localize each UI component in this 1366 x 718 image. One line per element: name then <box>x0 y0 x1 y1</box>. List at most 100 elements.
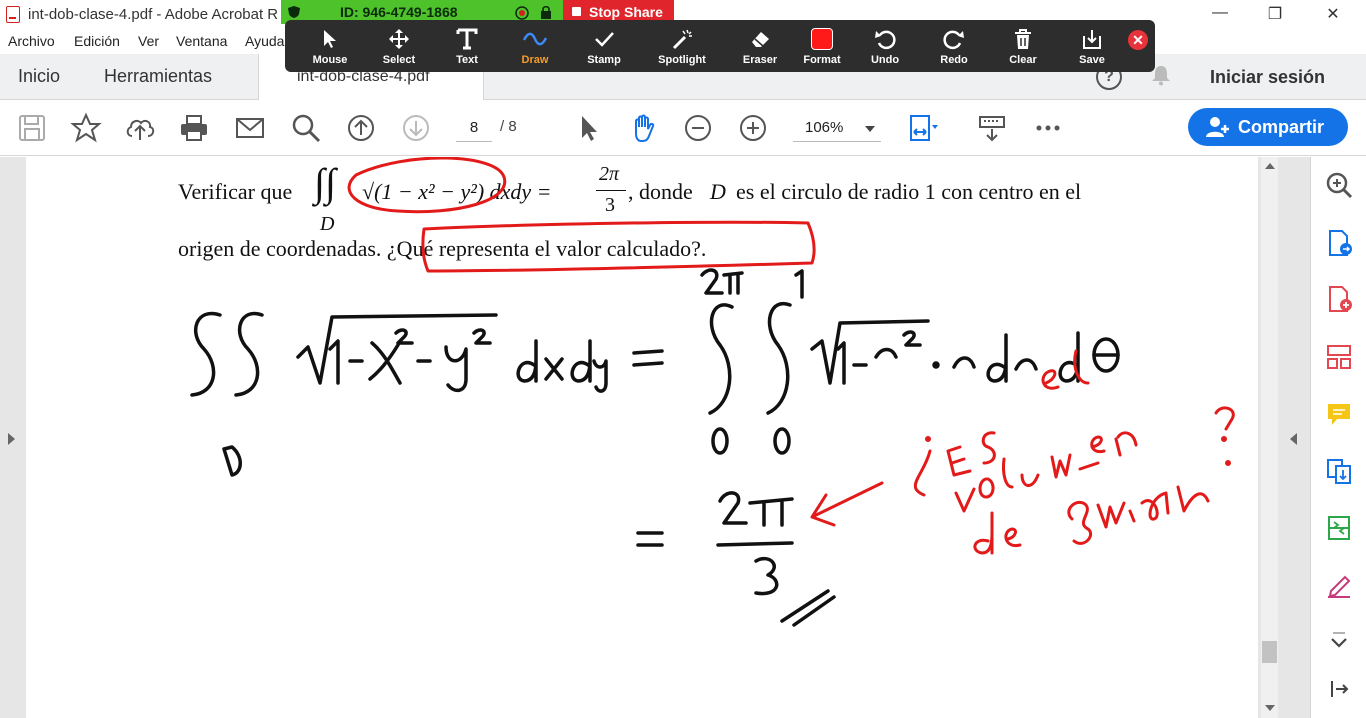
scroll-mode-icon[interactable] <box>976 112 1008 144</box>
vertical-scrollbar[interactable] <box>1261 157 1278 718</box>
annotate-mouse-button[interactable]: Mouse <box>300 26 360 70</box>
zoom-pane-icon[interactable] <box>1325 171 1353 199</box>
bookmark-star-icon[interactable] <box>70 112 102 144</box>
red-question-mark <box>1214 406 1235 431</box>
close-icon[interactable]: ✕ <box>1323 4 1343 24</box>
combine-files-icon[interactable] <box>1325 457 1353 485</box>
annotate-spotlight-button[interactable]: Spotlight <box>652 26 712 70</box>
ink-annotations <box>190 157 1235 627</box>
ink-r-2 <box>952 356 976 369</box>
zoom-in-icon[interactable] <box>737 112 769 144</box>
share-button[interactable]: Compartir <box>1188 108 1348 146</box>
annotate-select-label: Select <box>382 54 416 66</box>
annotation-toolbar: Mouse Select Text Draw Stamp Spotlight E… <box>285 20 1155 72</box>
collapse-left-pane-icon[interactable] <box>8 433 15 445</box>
annotate-format-button[interactable]: Format <box>792 26 852 70</box>
expand-right-pane-icon[interactable] <box>1290 433 1297 445</box>
scrollbar-thumb[interactable] <box>1262 641 1277 663</box>
annotate-text-label: Text <box>456 54 478 66</box>
tab-home[interactable]: Inicio <box>18 66 60 87</box>
page-number-input[interactable]: 8 <box>456 114 492 142</box>
ink-double-underline <box>780 589 836 627</box>
menu-edicion[interactable]: Edición <box>74 33 120 49</box>
menu-ver[interactable]: Ver <box>138 33 159 49</box>
mouse-pointer-icon <box>324 30 336 48</box>
close-annotation-icon[interactable]: ✕ <box>1128 30 1148 50</box>
ink-integral-2 <box>234 311 264 397</box>
previous-page-icon[interactable] <box>345 112 377 144</box>
ink-integral-4 <box>766 301 792 415</box>
fill-sign-icon[interactable] <box>1325 571 1353 599</box>
annotate-draw-button[interactable]: Draw <box>505 26 565 70</box>
search-icon[interactable] <box>290 112 322 144</box>
annotate-clear-button[interactable]: Clear <box>993 26 1053 70</box>
save-icon[interactable] <box>16 112 48 144</box>
zoom-dropdown[interactable]: 106% <box>793 114 881 142</box>
annotate-spotlight-label: Spotlight <box>658 54 706 66</box>
scroll-down-icon[interactable] <box>1265 705 1275 711</box>
lock-icon <box>541 5 551 19</box>
comment-icon[interactable] <box>1325 400 1353 428</box>
hand-tool-icon[interactable] <box>627 112 659 144</box>
sign-in-link[interactable]: Iniciar sesión <box>1210 67 1325 88</box>
annotate-eraser-button[interactable]: Eraser <box>730 26 790 70</box>
annotate-text-button[interactable]: Text <box>437 26 497 70</box>
stop-icon <box>572 7 581 16</box>
format-color-swatch <box>811 28 833 50</box>
more-options-icon[interactable] <box>1032 112 1064 144</box>
annotate-redo-button[interactable]: Redo <box>924 26 984 70</box>
annotate-save-label: Save <box>1079 54 1105 66</box>
annotate-undo-button[interactable]: Undo <box>855 26 915 70</box>
page-total: / 8 <box>500 118 517 135</box>
restore-icon[interactable]: ❐ <box>1265 4 1285 24</box>
annotate-stamp-button[interactable]: Stamp <box>574 26 634 70</box>
cloud-upload-icon[interactable] <box>124 112 156 144</box>
annotate-select-button[interactable]: Select <box>369 26 429 70</box>
document-area[interactable]: Verificar que ∫∫ D √(1 − x² − y²) dxdy =… <box>0 157 1310 718</box>
ink-result-2 <box>718 491 748 525</box>
print-icon[interactable] <box>178 112 210 144</box>
red-arrow <box>810 481 884 527</box>
collapse-pane-icon[interactable] <box>1325 675 1353 703</box>
select-cursor-icon[interactable] <box>572 112 604 144</box>
next-page-icon[interactable] <box>400 112 432 144</box>
create-pdf-icon[interactable] <box>1325 285 1353 313</box>
stop-share-label: Stop Share <box>589 4 663 20</box>
ink-result-pi <box>748 497 794 527</box>
menu-ayuda[interactable]: Ayuda <box>245 33 284 49</box>
zoom-out-icon[interactable] <box>682 112 714 144</box>
shield-icon <box>288 6 300 18</box>
export-pdf-icon[interactable] <box>1325 229 1353 257</box>
email-icon[interactable] <box>234 112 266 144</box>
ink-y <box>444 345 468 393</box>
minimize-icon[interactable]: — <box>1210 4 1230 22</box>
page-fit-icon[interactable] <box>906 112 938 144</box>
red-S <box>981 431 996 465</box>
text-t-icon <box>456 28 478 50</box>
menu-archivo[interactable]: Archivo <box>8 33 55 49</box>
annotate-save-button[interactable]: Save <box>1062 26 1122 70</box>
organize-pages-icon[interactable] <box>1325 343 1353 371</box>
tab-tools[interactable]: Herramientas <box>104 66 212 87</box>
ink-r <box>874 347 898 359</box>
ink-dx <box>516 339 538 383</box>
zoom-value: 106% <box>805 119 844 136</box>
ink-lower-zero-1 <box>711 427 729 455</box>
annotate-redo-label: Redo <box>940 54 968 66</box>
main-toolbar: 8 / 8 106% Compartir <box>0 100 1366 156</box>
red-E <box>946 445 972 477</box>
meeting-id: ID: 946-4749-1868 <box>340 4 458 20</box>
record-icon[interactable] <box>515 6 529 20</box>
undo-icon <box>875 30 896 50</box>
ink-domain-D <box>222 445 242 477</box>
redo-icon <box>943 30 964 50</box>
annotate-undo-label: Undo <box>870 54 900 66</box>
acrobat-app-icon <box>6 6 20 23</box>
scroll-up-icon[interactable] <box>1265 163 1275 169</box>
draw-squiggle-icon <box>523 32 547 46</box>
menu-ventana[interactable]: Ventana <box>176 33 227 49</box>
compress-icon[interactable] <box>1325 514 1353 542</box>
more-tools-chevron-icon[interactable] <box>1325 627 1353 655</box>
add-user-icon <box>1206 117 1229 137</box>
ink-lower-zero-2 <box>773 427 791 455</box>
